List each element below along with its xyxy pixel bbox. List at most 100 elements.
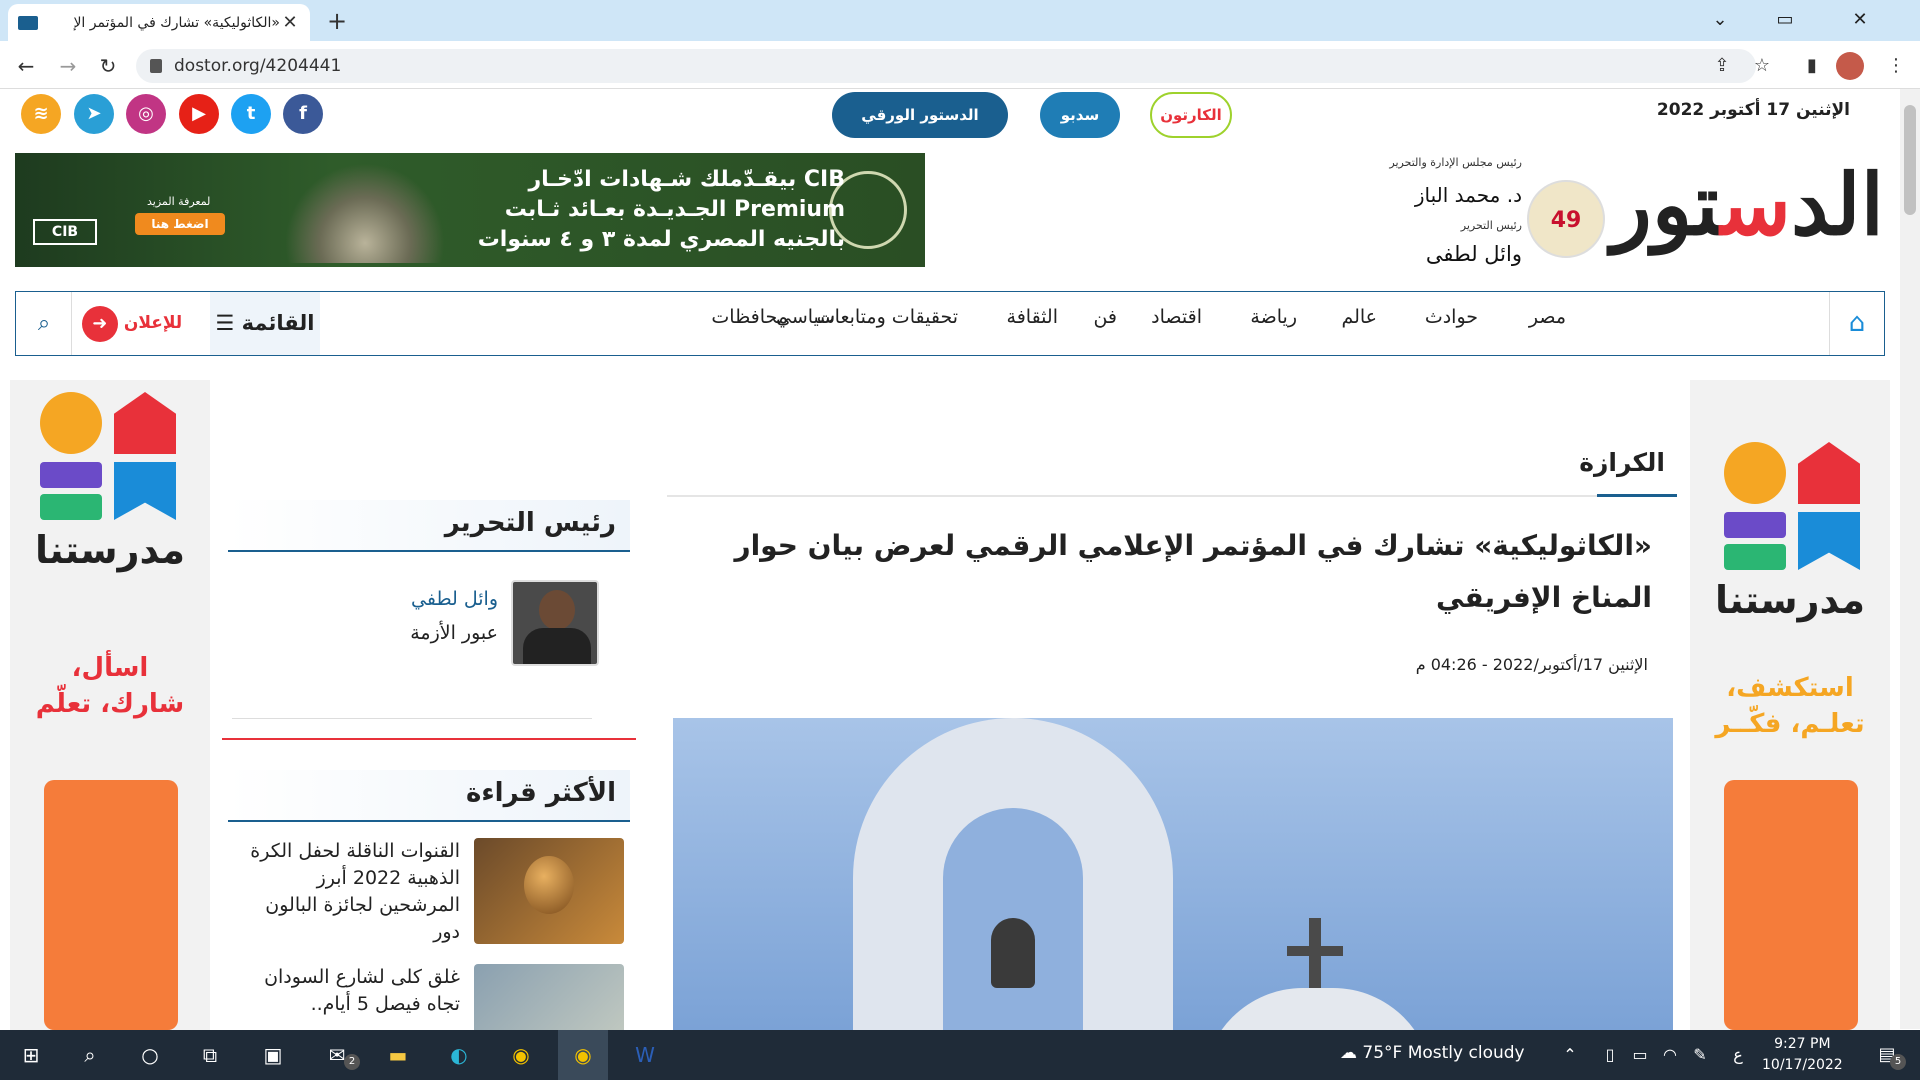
logo-part-red: س [1720,155,1791,254]
anniversary-badge: 49 [1527,180,1605,258]
instagram-icon[interactable]: ◎ [126,94,166,134]
profile-avatar[interactable] [1836,52,1864,80]
address-bar[interactable]: dostor.org/4204441 [136,49,1756,83]
popular-item-2-thumb[interactable] [474,964,624,1034]
ad-bookmark-shape-right [1798,512,1860,570]
new-tab-button[interactable]: + [320,6,354,36]
window-maximize-button[interactable]: ▭ [1755,0,1815,40]
nav-item-sports[interactable]: رياضة [1250,306,1297,328]
nav-item-egypt[interactable]: مصر [1529,306,1566,328]
tray-device-icon[interactable]: ▯ [1595,1030,1625,1080]
side-panel-icon[interactable]: ▮ [1796,50,1828,82]
tray-wifi-icon[interactable]: ◠ [1655,1030,1685,1080]
edge-icon[interactable]: ◐ [434,1030,484,1080]
notification-badge: 5 [1890,1054,1906,1070]
windows-start-icon[interactable]: ⊞ [6,1030,56,1080]
tray-chevron-icon[interactable]: ⌃ [1555,1030,1585,1080]
weather-widget[interactable]: ☁ 75°F Mostly cloudy [1340,1043,1525,1063]
writer-photo-head [539,590,575,630]
section-underline [1597,494,1677,497]
ad-line-1: CIB بيقـدّملك شـهادات ادّخـار [528,167,846,192]
nav-item-accidents[interactable]: حوادث [1425,306,1478,328]
site-logo[interactable]: الدستور [1608,150,1884,270]
cib-banner-ad[interactable]: CIB بيقـدّملك شـهادات ادّخـار Premium ال… [15,153,925,267]
writer-name[interactable]: وائل لطفي [411,588,498,610]
popular-item-2-title[interactable]: غلق كلى لشارع السودان تجاه فيصل 5 أيام.. [250,964,460,1018]
popular-box-title: الأكثر قراءة [466,778,616,808]
writer-photo[interactable] [511,580,599,666]
cross-vertical [1309,918,1321,998]
nav-item-investigations[interactable]: تحقيقات ومتابعات [817,306,958,328]
facebook-icon[interactable]: f [283,94,323,134]
cortana-icon[interactable]: ○ [125,1030,175,1080]
clock-time: 9:27 PM [1774,1036,1831,1052]
reload-icon[interactable]: ↻ [92,50,124,82]
ad-line-2: Premium الجـديـدة بعـائد ثـابت [504,197,845,222]
print-edition-button[interactable]: الدستور الورقي [832,92,1008,138]
sadabo-link[interactable]: سدبو [1040,92,1120,138]
menu-toggle-button[interactable]: القائمة ☰ [210,292,320,355]
sidebar-divider [232,718,592,719]
youtube-icon[interactable]: ▶ [179,94,219,134]
section-divider [667,495,1677,497]
right-side-ad[interactable]: مدرستنا استكشف، تعلـم، فكّــر [1690,380,1890,1030]
browser-menu-icon[interactable]: ⋮ [1880,50,1912,82]
nav-item-political[interactable]: سياسي [776,306,835,328]
app-icon[interactable]: ▣ [248,1030,298,1080]
page-scrollbar[interactable] [1900,89,1920,1029]
telegram-icon[interactable]: ➤ [74,94,114,134]
forward-arrow-icon[interactable]: → [52,50,84,82]
right-ad-slogan-2: تعلـم، فكّــر [1715,709,1865,739]
file-explorer-icon[interactable]: ▬ [373,1030,423,1080]
word-icon[interactable]: W [620,1030,670,1080]
chrome-active-icon[interactable]: ◉ [558,1030,608,1080]
column-title[interactable]: عبور الأزمة [410,622,498,644]
taskbar-search-icon[interactable]: ⌕ [65,1030,115,1080]
ad-brand-word: مدرستنا [34,528,185,572]
ad-circle-shape [40,392,102,454]
ad-bar-green-right [1724,544,1786,570]
rss-icon[interactable]: ≋ [21,94,61,134]
notification-icon[interactable]: ▤ 5 [1862,1030,1912,1080]
popular-item-1-title[interactable]: القنوات الناقلة لحفل الكرة الذهبية 2022 … [250,838,460,946]
back-arrow-icon[interactable]: ← [10,50,42,82]
editor-box-title: رئيس التحرير [444,508,616,538]
bell-icon [991,918,1035,988]
ad-line-3: بالجنيه المصري لمدة ٣ و ٤ سنوات [477,227,845,252]
input-language[interactable]: ع [1720,1030,1756,1080]
search-icon[interactable]: ⌕ [17,292,72,355]
nav-item-art[interactable]: فن [1093,306,1117,328]
karton-link[interactable]: الكارتون [1150,92,1232,138]
mail-badge: 2 [344,1054,360,1070]
left-side-ad[interactable]: مدرستنا اسأل، شارك، تعلّم [10,380,210,1030]
bookmark-star-icon[interactable]: ☆ [1746,50,1778,82]
share-icon[interactable]: ⇪ [1706,50,1738,82]
tab-search-icon[interactable]: ⌄ [1690,0,1750,40]
ad-bar-purple [40,462,102,488]
nav-item-economy[interactable]: اقتصاد [1151,306,1202,328]
scrollbar-thumb[interactable] [1904,105,1916,215]
popular-item-1-thumb[interactable] [474,838,624,944]
twitter-icon[interactable]: t [231,94,271,134]
task-view-icon[interactable]: ⧉ [185,1030,235,1080]
chairman-name: د. محمد الباز [1414,183,1522,207]
section-title[interactable]: الكرازة [1579,448,1665,477]
browser-tab-active[interactable]: «الكاثوليكية» تشارك في المؤتمر الإ ✕ [8,4,310,41]
article-photo[interactable] [673,718,1673,1030]
logo-part-2: تور [1611,155,1721,254]
home-icon[interactable]: ⌂ [1829,292,1884,355]
system-clock[interactable]: 9:27 PM 10/17/2022 [1762,1034,1843,1076]
nav-item-culture[interactable]: الثقافة [1007,306,1058,328]
ad-bar-purple-right [1724,512,1786,538]
chrome-icon[interactable]: ◉ [496,1030,546,1080]
advertise-link[interactable]: للإعلان ➜ [72,292,192,355]
ad-bar-green [40,494,102,520]
nav-item-world[interactable]: عالم [1341,306,1377,328]
tray-pen-icon[interactable]: ✎ [1685,1030,1715,1080]
mail-icon[interactable]: ✉ 2 [312,1030,362,1080]
tab-close-icon[interactable]: ✕ [280,12,300,33]
window-close-button[interactable]: ✕ [1830,0,1890,40]
left-ad-slogan-2: شارك، تعلّم [35,689,185,719]
tray-battery-icon[interactable]: ▭ [1625,1030,1655,1080]
ad-press-button[interactable]: اضغط هنا [135,213,225,235]
